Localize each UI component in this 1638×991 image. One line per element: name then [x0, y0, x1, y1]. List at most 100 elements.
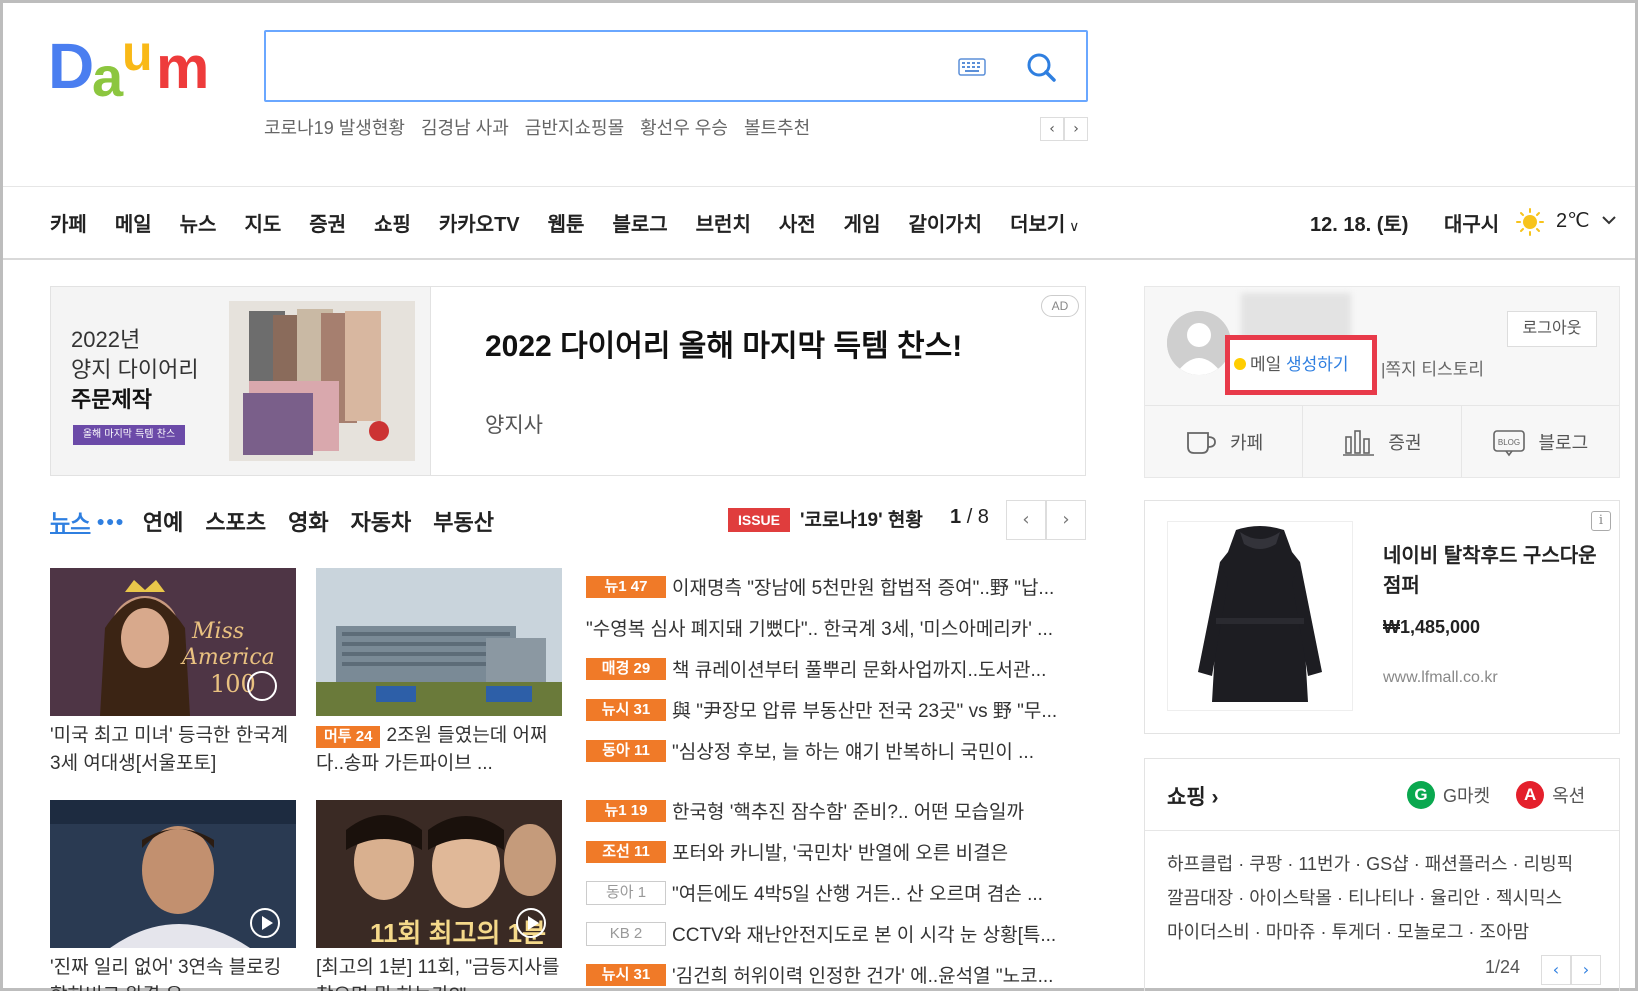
avatar[interactable]	[1167, 311, 1231, 375]
headline-item[interactable]: 조선 11 포터와 카니발, '국민차' 반열에 오른 비결은	[586, 831, 1086, 872]
tab-realestate[interactable]: 부동산	[433, 505, 494, 537]
nav-kakaotv[interactable]: 카카오TV	[439, 208, 520, 237]
issue-next-button[interactable]: ›	[1046, 500, 1086, 540]
headline-text: '김건희 허위이력 인정한 건가' 에..윤석열 "노코...	[672, 966, 1054, 987]
headline-item[interactable]: 매경 29 책 큐레이션부터 풀뿌리 문화사업까지..도서관...	[586, 648, 1086, 689]
shopping-link-row[interactable]: 깔끔대장 · 아이스탁몰 · 티나티나 · 율리안 · 젝시믹스	[1167, 881, 1573, 915]
issue-title[interactable]: '코로나19' 현황	[800, 505, 923, 532]
product-title[interactable]: 네이비 탈착후드 구스다운점퍼	[1383, 541, 1603, 601]
auction-icon: A	[1516, 781, 1545, 809]
trending-keywords: 코로나19 발생현황 김경남 사과 금반지쇼핑몰 황선우 우승 볼트추천	[264, 114, 810, 144]
gmarket-icon: G	[1407, 781, 1435, 809]
auction-link[interactable]: 옥션	[1552, 782, 1585, 808]
news-card[interactable]: 11회 최고의 1분 [최고의 1분] 11회, "금등지사를 찾으면 뭐 하는…	[316, 800, 562, 991]
product-site[interactable]: www.lfmall.co.kr	[1383, 669, 1498, 687]
play-icon	[250, 908, 280, 938]
trend-item[interactable]: 코로나19 발생현황	[264, 114, 405, 144]
nav-shopping[interactable]: 쇼핑	[374, 208, 411, 237]
headline-item[interactable]: KB 2 CCTV와 재난안전지도로 본 이 시각 눈 상황[특...	[586, 913, 1086, 954]
shopping-link-row[interactable]: 마이더스비 · 마마쥬 · 투게더 · 모놀로그 · 조아맘	[1167, 915, 1573, 949]
shortcut-blog[interactable]: BLOG 블로그	[1462, 406, 1619, 477]
trend-prev-button[interactable]: ‹	[1040, 117, 1064, 141]
trend-item[interactable]: 볼트추천	[744, 114, 810, 144]
headline-text: 한국형 '핵추진 잠수함' 준비?.. 어떤 모습일까	[672, 802, 1024, 823]
tab-news[interactable]: 뉴스	[50, 505, 90, 537]
nav-cafe[interactable]: 카페	[50, 208, 87, 237]
gmarket-link[interactable]: G마켓	[1443, 782, 1490, 808]
svg-text:m: m	[156, 34, 209, 101]
nav-stock[interactable]: 증권	[309, 208, 346, 237]
info-icon[interactable]: i	[1591, 511, 1611, 531]
account-panel: 로그아웃 |쪽지 티스토리 메일 생성하기 카페 증권 BLOG 블로그	[1144, 286, 1620, 478]
headline-item[interactable]: 뉴시 31 與 "尹장모 압류 부동산만 전국 23곳" vs 野 "무...	[586, 689, 1086, 730]
headline-item[interactable]: 뉴1 19 한국형 '핵추진 잠수함' 준비?.. 어떤 모습일까	[586, 790, 1086, 831]
shortcut-label: 블로그	[1538, 432, 1589, 453]
search-icon[interactable]	[1020, 46, 1064, 90]
nav-brunch[interactable]: 브런치	[696, 208, 751, 237]
source-tag: 뉴1 19	[586, 799, 666, 822]
news-card[interactable]: Miss America 100 '미국 최고 미녀' 등극한 한국계 3세 여…	[50, 568, 296, 778]
nav-together[interactable]: 같이가치	[908, 208, 982, 237]
trend-next-button[interactable]: ›	[1064, 117, 1088, 141]
tab-sports[interactable]: 스포츠	[205, 505, 266, 537]
news-card[interactable]: 머투 24 2조원 들였는데 어쩌다..송파 가든파이브 ...	[316, 568, 562, 778]
play-icon	[516, 908, 546, 938]
headline-item[interactable]: "수영복 심사 폐지돼 기뻤다".. 한국계 3세, '미스아메리카' ...	[586, 607, 1086, 648]
news-photo: Miss America 100	[50, 568, 296, 716]
shopping-partners: G G마켓 A 옥션	[1407, 781, 1585, 809]
weather-city[interactable]: 대구시	[1444, 208, 1499, 237]
shortcut-cafe[interactable]: 카페	[1145, 406, 1304, 477]
keyboard-icon[interactable]	[958, 56, 986, 78]
trend-item[interactable]: 금반지쇼핑몰	[525, 114, 624, 144]
create-mail-link[interactable]: 메일 생성하기	[1225, 335, 1377, 395]
nav-map[interactable]: 지도	[244, 208, 281, 237]
search-input[interactable]	[280, 44, 940, 88]
news-caption: '진짜 일리 없어' 3연속 블로킹 합하비크 완결 유...	[50, 957, 282, 991]
logout-button[interactable]: 로그아웃	[1507, 311, 1597, 347]
shopping-next-button[interactable]: ›	[1571, 955, 1601, 985]
nav-more[interactable]: 더보기 ∨	[1010, 208, 1079, 237]
headline-item[interactable]: 뉴시 31 '김건희 허위이력 인정한 건가' 에..윤석열 "노코...	[586, 954, 1086, 991]
nav-news[interactable]: 뉴스	[180, 208, 217, 237]
ad-cta[interactable]: 올해 마지막 득템 찬스	[73, 425, 185, 445]
shopping-prev-button[interactable]: ‹	[1541, 955, 1571, 985]
ad-title[interactable]: 2022 다이어리 올해 마지막 득템 찬스!	[485, 327, 1005, 367]
tab-car[interactable]: 자동차	[351, 505, 412, 537]
tab-movie[interactable]: 영화	[288, 505, 328, 537]
headline-item[interactable]: 뉴1 47 이재명측 "장남에 5천만원 합법적 증여"..野 "납...	[586, 566, 1086, 607]
product-ad[interactable]: 네이비 탈착후드 구스다운점퍼 ₩1,485,000 www.lfmall.co…	[1144, 500, 1620, 734]
source-tag: 매경 29	[586, 657, 666, 680]
shopping-title[interactable]: 쇼핑 ›	[1167, 781, 1218, 811]
trend-item[interactable]: 황선우 우승	[640, 114, 728, 144]
nav-dictionary[interactable]: 사전	[779, 208, 816, 237]
account-sublinks[interactable]: |쪽지 티스토리	[1381, 355, 1484, 380]
nav-game[interactable]: 게임	[844, 208, 881, 237]
source-tag: 조선 11	[586, 840, 666, 863]
headline-text: 책 큐레이션부터 풀뿌리 문화사업까지..도서관...	[672, 660, 1047, 681]
headline-item[interactable]: 동아 11 "심상정 후보, 늘 하는 얘기 반복하니 국민이 ...	[586, 730, 1086, 771]
chevron-down-icon[interactable]	[1600, 211, 1618, 229]
svg-text:BLOG: BLOG	[1498, 438, 1520, 447]
nav-blog[interactable]: 블로그	[612, 208, 667, 237]
source-tag: 동아 11	[586, 739, 666, 762]
trend-item[interactable]: 김경남 사과	[421, 114, 509, 144]
ad-banner[interactable]: 2022년 양지 다이어리 주문제작 올해 마지막 득템 찬스 2022 다이어…	[50, 286, 1086, 476]
shopping-link-row[interactable]: 하프클럽 · 쿠팡 · 11번가 · GS샵 · 패션플러스 · 리빙픽	[1167, 847, 1573, 881]
issue-page-current: 1	[950, 506, 962, 528]
headline-item[interactable]: 동아 1 "여든에도 4박5일 산행 거든.. 산 오르며 겸손 ...	[586, 872, 1086, 913]
source-tag: 머투 24	[316, 726, 381, 748]
shortcut-stock[interactable]: 증권	[1303, 406, 1462, 477]
daum-logo[interactable]: D a u m	[48, 30, 228, 110]
ad-badge[interactable]: AD	[1041, 295, 1079, 317]
nav-webtoon[interactable]: 웹툰	[548, 208, 585, 237]
shopping-panel: 쇼핑 › G G마켓 A 옥션 하프클럽 · 쿠팡 · 11번가 · GS샵 ·…	[1144, 758, 1620, 991]
product-image	[1167, 521, 1353, 711]
issue-prev-button[interactable]: ‹	[1006, 500, 1046, 540]
news-caption: [최고의 1분] 11회, "금등지사를 찾으면 뭐 하는가?"	[316, 957, 560, 991]
tab-entertainment[interactable]: 연예	[143, 505, 183, 537]
kakao-dot-icon	[1234, 358, 1246, 370]
nav-mail[interactable]: 메일	[115, 208, 152, 237]
shopping-nav: ‹ ›	[1541, 955, 1601, 985]
issue-nav: ‹ ›	[1006, 500, 1086, 540]
news-card[interactable]: '진짜 일리 없어' 3연속 블로킹 합하비크 완결 유...	[50, 800, 296, 991]
